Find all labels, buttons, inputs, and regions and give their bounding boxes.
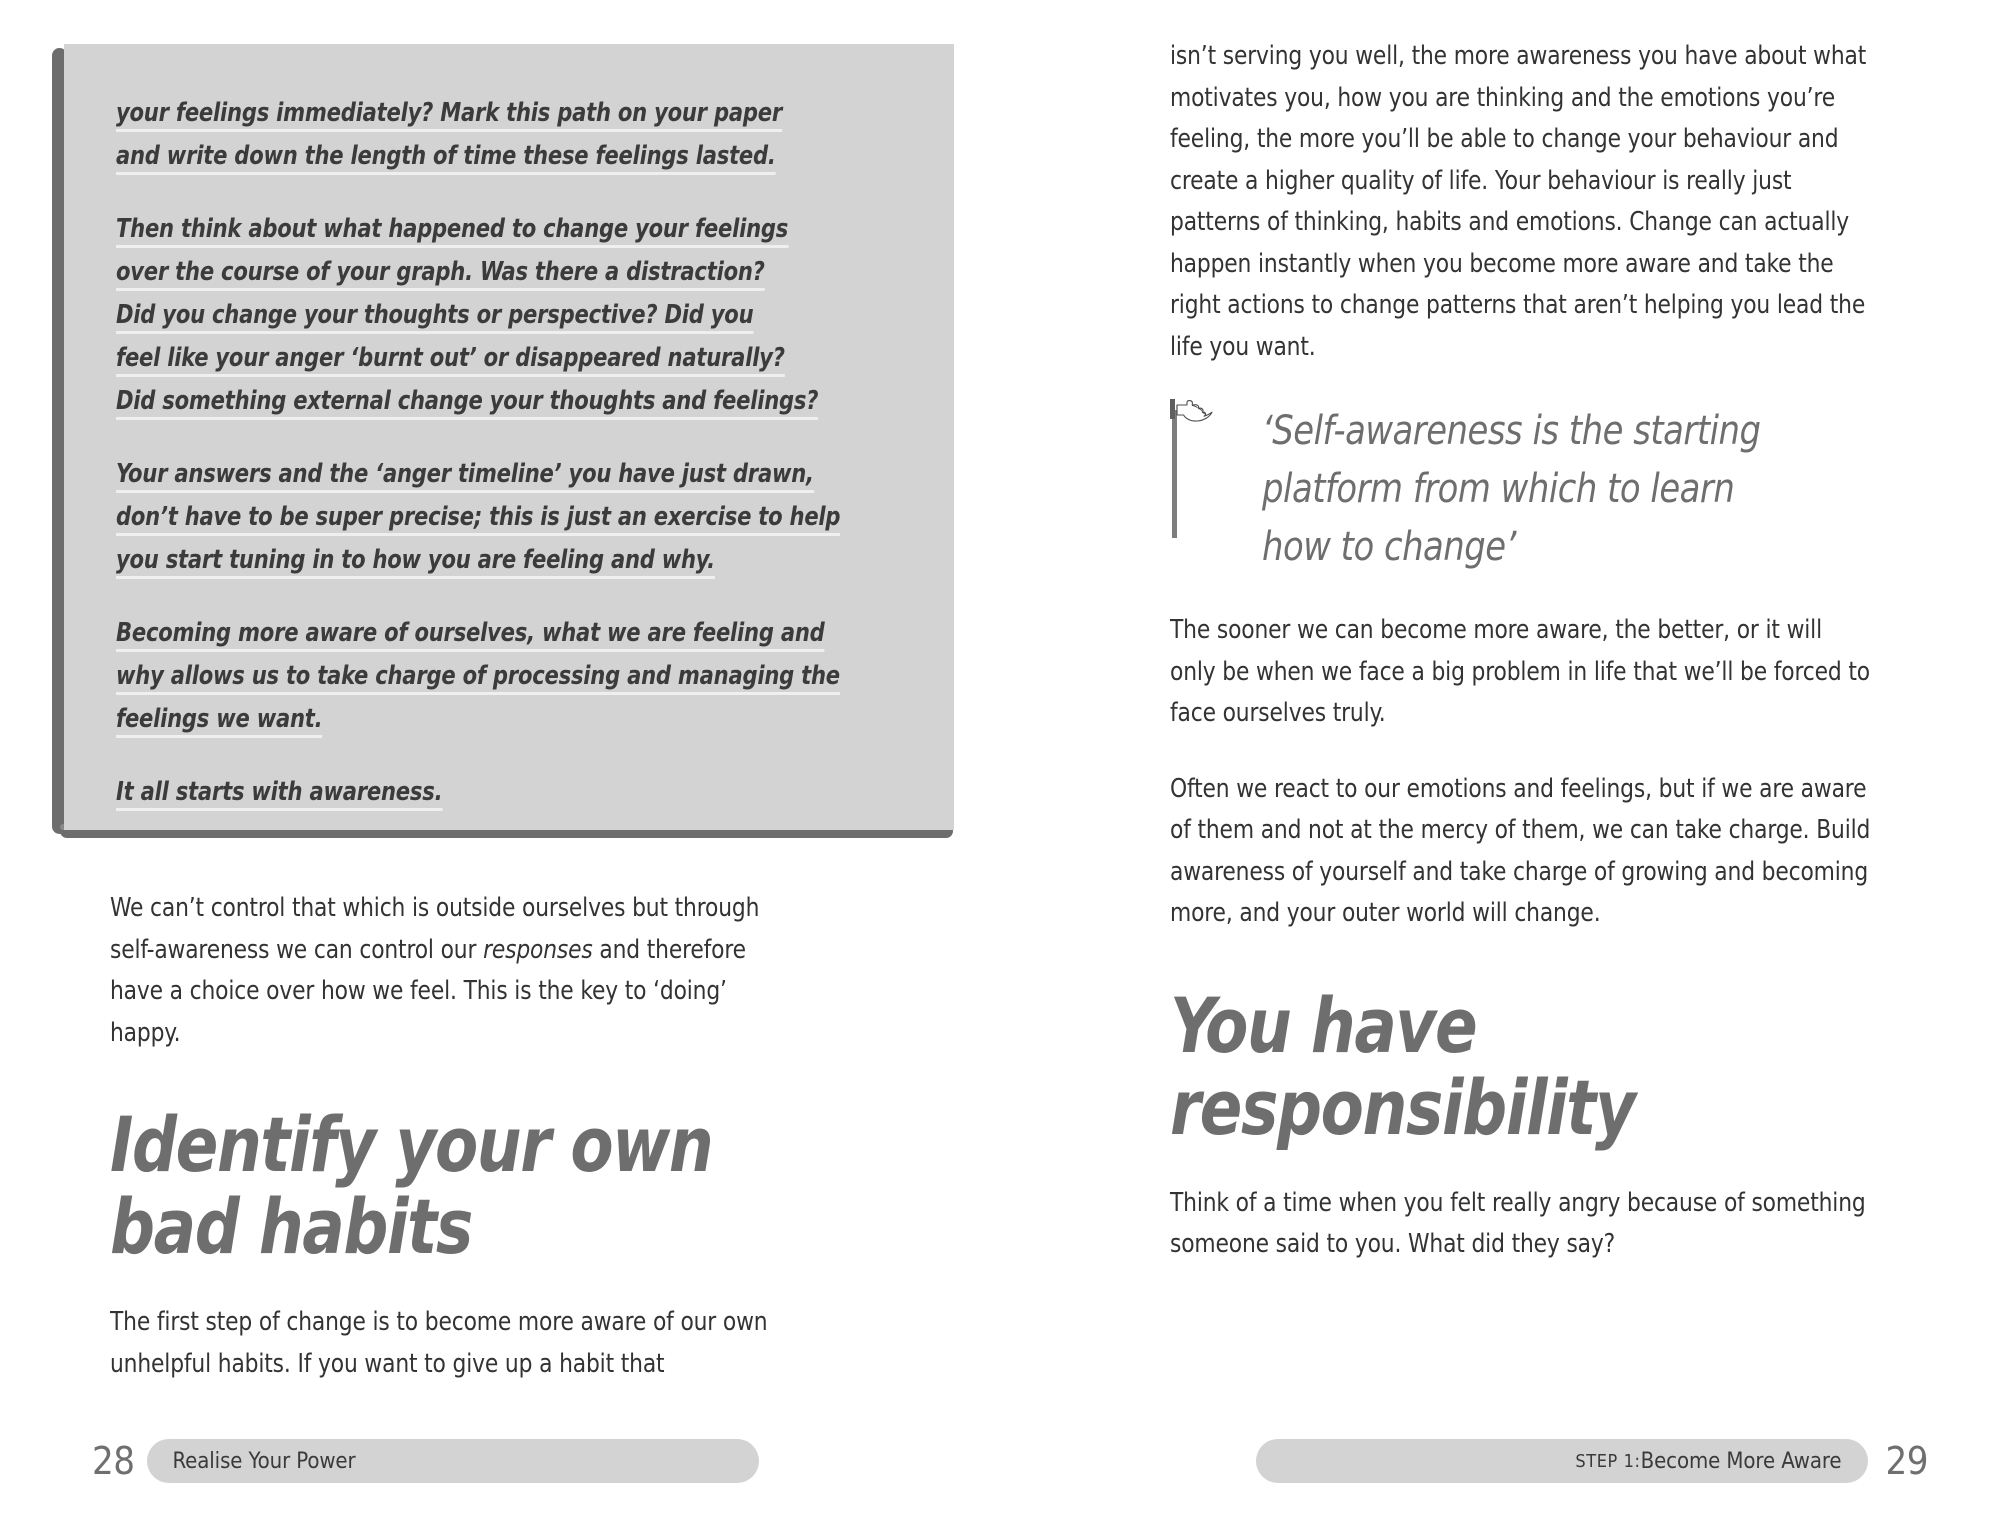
worksheet-ruled-line: Did something external change your thoug… bbox=[116, 380, 819, 423]
page-number-right: 29 bbox=[1885, 1439, 1929, 1483]
right-paragraph-three: Often we react to our emotions and feeli… bbox=[1170, 773, 1871, 929]
left-page: your feelings immediately? Mark this pat… bbox=[0, 0, 1000, 1535]
page-number-left: 28 bbox=[92, 1439, 135, 1483]
right-page-footer: STEP 1: Become More Aware 29 bbox=[1170, 1439, 1928, 1483]
right-page: isn’t serving you well, the more awarene… bbox=[1000, 0, 2000, 1535]
worksheet-paragraph: Then think about what happened to change… bbox=[116, 208, 918, 423]
right-heading-line-2: responsibility bbox=[1170, 1062, 1636, 1152]
right-paragraph-top: isn’t serving you well, the more awarene… bbox=[1170, 41, 1867, 362]
worksheet-panel: your feelings immediately? Mark this pat… bbox=[64, 44, 954, 830]
worksheet-ruled-line: you start tuning in to how you are feeli… bbox=[116, 539, 715, 582]
worksheet-ruled-line: Your answers and the ‘anger timeline’ yo… bbox=[116, 453, 814, 496]
running-head-left-label: Realise Your Power bbox=[172, 1448, 356, 1474]
left-page-heading: Identify your own bad habits bbox=[110, 1104, 782, 1268]
left-paragraph-emphasis: responses bbox=[483, 934, 593, 965]
worksheet-ruled-line: why allows us to take charge of processi… bbox=[116, 655, 840, 698]
right-footer-row: STEP 1: Become More Aware 29 bbox=[1170, 1439, 1928, 1483]
worksheet-inner: your feelings immediately? Mark this pat… bbox=[64, 92, 954, 814]
running-head-right-label: Become More Aware bbox=[1640, 1448, 1842, 1474]
pull-quote: ‘Self-awareness is the starting platform… bbox=[1170, 399, 1910, 576]
right-page-content: isn’t serving you well, the more awarene… bbox=[1170, 36, 1910, 1535]
pull-quote-text: ‘Self-awareness is the starting platform… bbox=[1262, 402, 1871, 576]
worksheet-ruled-line: Did you change your thoughts or perspect… bbox=[116, 294, 754, 337]
worksheet-paragraph: It all starts with awareness. bbox=[116, 771, 918, 814]
worksheet-ruled-line: don’t have to be super precise; this is … bbox=[116, 496, 841, 539]
pointing-hand-icon bbox=[1170, 398, 1216, 432]
left-footer-row: 28 Realise Your Power bbox=[92, 1439, 840, 1483]
left-heading-line-2: bad habits bbox=[110, 1182, 473, 1271]
right-paragraph-after-heading: Think of a time when you felt really ang… bbox=[1170, 1187, 1866, 1260]
worksheet-ruled-line: Then think about what happened to change… bbox=[116, 208, 788, 251]
left-paragraph-after-heading: The first step of change is to become mo… bbox=[110, 1307, 768, 1379]
pull-quote-line: platform from which to learn bbox=[1262, 466, 1735, 512]
worksheet-ruled-line: and write down the length of time these … bbox=[116, 135, 776, 178]
worksheet-paragraph: Becoming more aware of ourselves, what w… bbox=[116, 612, 918, 741]
left-page-footer: 28 Realise Your Power bbox=[92, 1439, 840, 1483]
worksheet-paragraph: your feelings immediately? Mark this pat… bbox=[116, 92, 918, 178]
left-page-content: your feelings immediately? Mark this pat… bbox=[52, 36, 954, 1535]
running-head-step: STEP 1: bbox=[1575, 1450, 1641, 1472]
right-page-heading: You have responsibility bbox=[1170, 980, 1851, 1152]
left-paragraph-after-box: We can’t control that which is outside o… bbox=[110, 888, 804, 1054]
worksheet-ruled-line: your feelings immediately? Mark this pat… bbox=[116, 92, 782, 135]
left-heading-line-1: Identify your own bbox=[110, 1100, 714, 1189]
worksheet-paragraph: Your answers and the ‘anger timeline’ yo… bbox=[116, 453, 918, 582]
right-heading-line-1: You have bbox=[1170, 980, 1478, 1070]
pull-quote-line: ‘Self-awareness is the starting bbox=[1262, 408, 1761, 454]
worksheet-ruled-line: Becoming more aware of ourselves, what w… bbox=[116, 612, 825, 655]
right-paragraph-two: The sooner we can become more aware, the… bbox=[1170, 615, 1870, 728]
book-spread: your feelings immediately? Mark this pat… bbox=[0, 0, 2000, 1535]
running-head-left: Realise Your Power bbox=[146, 1439, 759, 1483]
worksheet-ruled-line: It all starts with awareness. bbox=[116, 771, 443, 814]
worksheet-ruled-line: feel like your anger ‘burnt out’ or disa… bbox=[116, 337, 785, 380]
pull-quote-line: how to change’ bbox=[1262, 524, 1516, 570]
running-head-right: STEP 1: Become More Aware bbox=[1255, 1439, 1868, 1483]
worksheet-ruled-line: over the course of your graph. Was there… bbox=[116, 251, 765, 294]
worksheet-ruled-line: feelings we want. bbox=[116, 698, 323, 741]
